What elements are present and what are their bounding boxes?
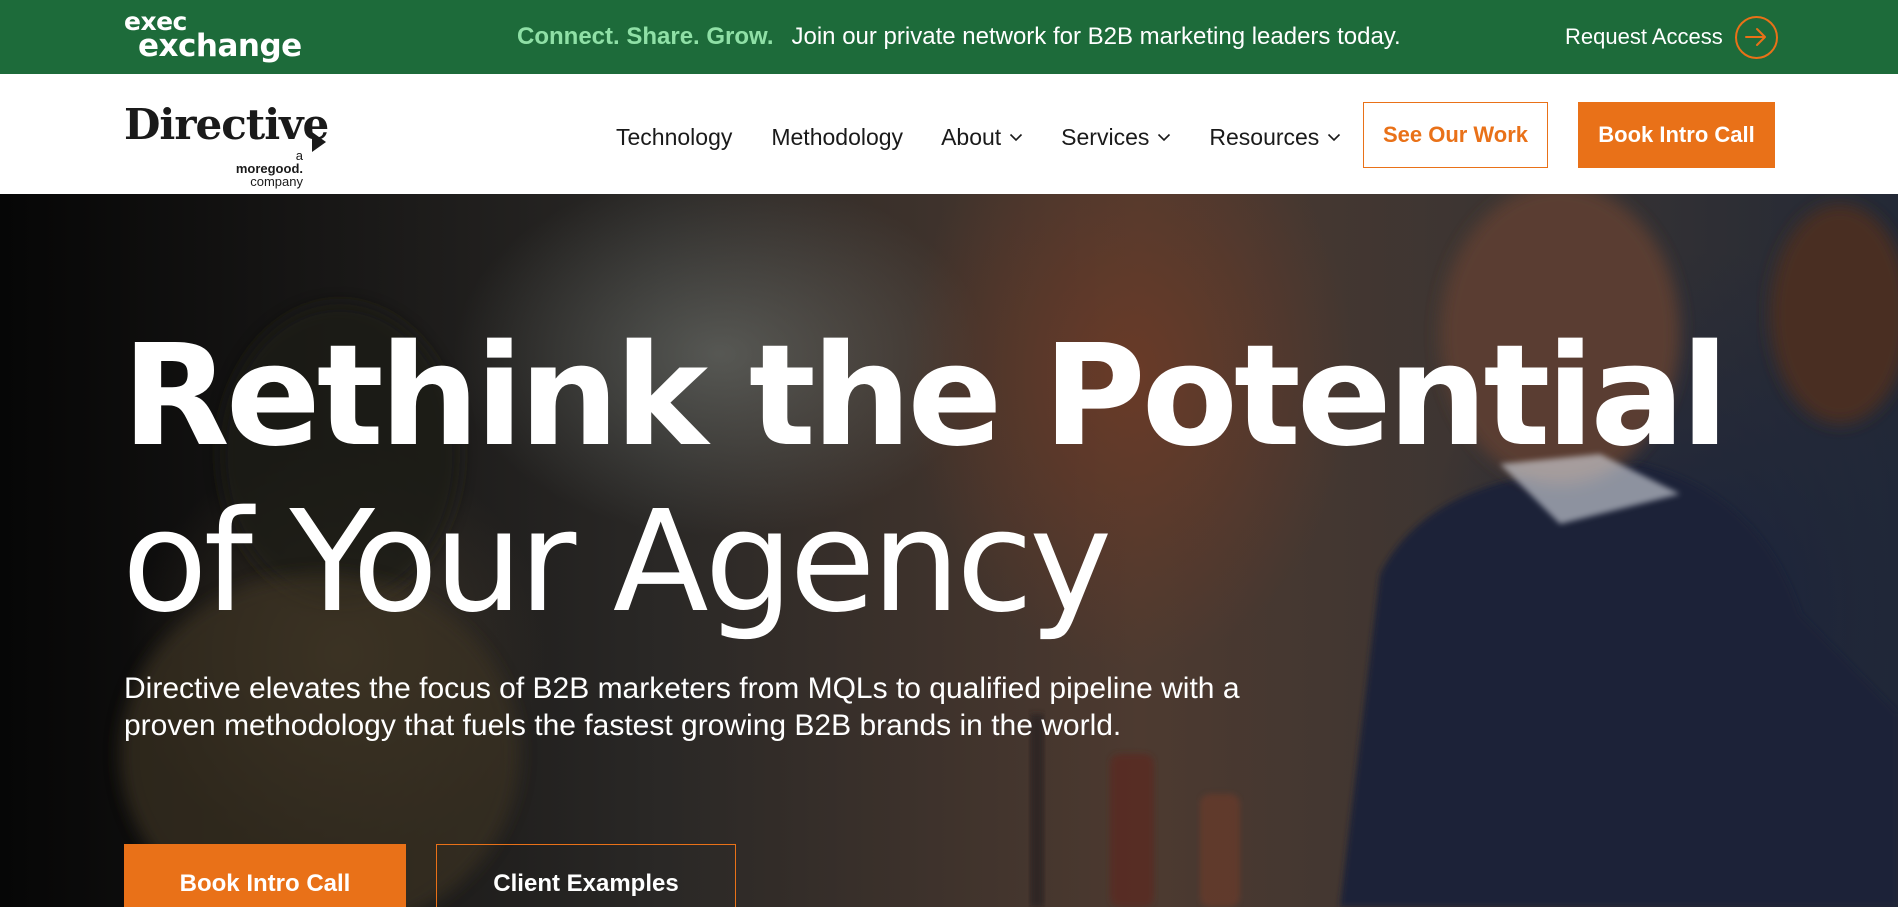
nav-item-label: Services bbox=[1061, 123, 1150, 150]
chevron-down-icon bbox=[1009, 133, 1023, 142]
hero-title-line1: Rethink the Potential bbox=[122, 315, 1729, 478]
nav-item-label: Methodology bbox=[771, 123, 904, 150]
nav-item-methodology[interactable]: Methodology bbox=[771, 124, 903, 151]
hero-section: Rethink the Potential of Your Agency Dir… bbox=[0, 194, 1898, 907]
hero-title-line2: of Your Agency bbox=[122, 481, 1112, 644]
announcement-message: Join our private network for B2B marketi… bbox=[791, 23, 1401, 50]
nav-item-resources[interactable]: Resources bbox=[1209, 124, 1341, 151]
nav-item-about[interactable]: About bbox=[941, 124, 1023, 151]
nav-item-label: About bbox=[941, 123, 1002, 150]
book-intro-call-button[interactable]: Book Intro Call bbox=[1578, 102, 1775, 168]
hero-title: Rethink the Potential of Your Agency bbox=[122, 314, 1729, 646]
hero-book-intro-call-button[interactable]: Book Intro Call bbox=[124, 844, 406, 907]
hero-subtitle-line1: Directive elevates the focus of B2B mark… bbox=[124, 672, 1240, 705]
logo-triangle-icon bbox=[312, 132, 326, 152]
arrow-right-circle-icon[interactable] bbox=[1734, 15, 1778, 59]
announcement-text: Connect. Share. Grow. Join our private ne… bbox=[517, 23, 1401, 51]
directive-logo[interactable]: Directive a moregood. company bbox=[124, 100, 334, 189]
hero-subtitle: Directive elevates the focus of B2B mark… bbox=[124, 670, 1354, 744]
chevron-down-icon bbox=[1327, 133, 1341, 142]
nav-item-label: Technology bbox=[616, 123, 733, 150]
nav-item-services[interactable]: Services bbox=[1061, 124, 1171, 151]
brand-subtitle: a moregood. company bbox=[227, 149, 303, 188]
brand-wordmark: Directive bbox=[124, 100, 329, 149]
hero-subtitle-line2: proven methodology that fuels the fastes… bbox=[124, 709, 1122, 742]
request-access-label: Request Access bbox=[1565, 24, 1723, 49]
nav-item-label: Resources bbox=[1209, 123, 1320, 150]
brand-sub-suffix: company bbox=[250, 174, 303, 189]
nav-menu: Technology Methodology About Services Re… bbox=[616, 122, 1341, 152]
exec-exchange-logo[interactable]: exec exchange bbox=[124, 9, 302, 65]
request-access-link[interactable]: Request Access bbox=[1565, 14, 1778, 60]
announcement-bar: exec exchange Connect. Share. Grow. Join … bbox=[0, 0, 1898, 74]
client-examples-button[interactable]: Client Examples bbox=[436, 844, 736, 907]
main-navbar: Directive a moregood. company Technology… bbox=[0, 74, 1898, 194]
exec-logo-line2: exchange bbox=[138, 28, 302, 64]
announcement-tagline: Connect. Share. Grow. bbox=[517, 23, 774, 50]
nav-item-technology[interactable]: Technology bbox=[616, 124, 732, 151]
see-our-work-button[interactable]: See Our Work bbox=[1363, 102, 1548, 168]
chevron-down-icon bbox=[1157, 133, 1171, 142]
